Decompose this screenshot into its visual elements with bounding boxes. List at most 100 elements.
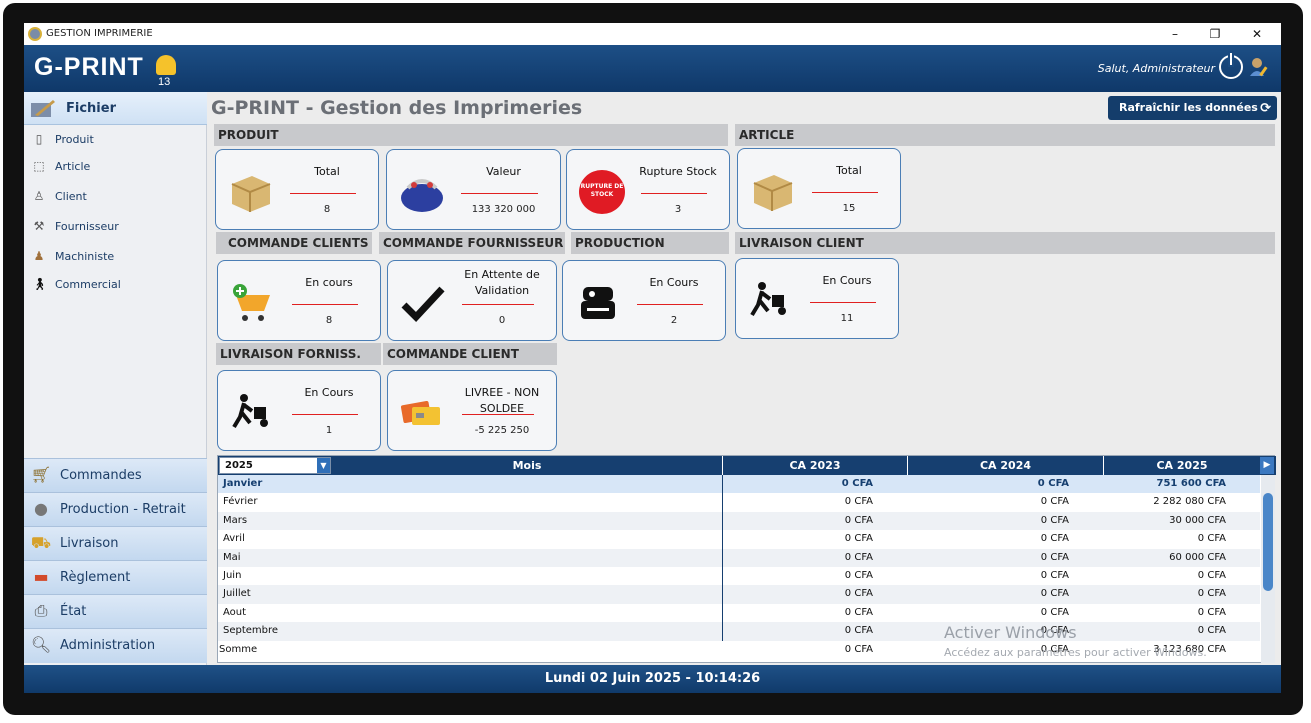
card-commande-clients-encours[interactable]: En cours 8 xyxy=(217,260,381,341)
close-button[interactable]: ✕ xyxy=(1242,25,1272,43)
window-title: GESTION IMPRIMERIE xyxy=(46,28,153,39)
table-row[interactable]: Avril 0 CFA 0 CFA 0 CFA xyxy=(218,530,1260,548)
card-commande-fournisseur-attente[interactable]: En Attente de Validation 0 xyxy=(387,260,557,341)
cell-mois: Mai xyxy=(223,551,241,563)
table-row[interactable]: Septembre 0 CFA 0 CFA 0 CFA xyxy=(218,622,1260,641)
table-row[interactable]: Mai 0 CFA 0 CFA 60 000 CFA xyxy=(218,548,1260,567)
table-row[interactable]: Juin 0 CFA 0 CFA 0 CFA xyxy=(218,567,1260,585)
section-livraison-client: LIVRAISON CLIENT xyxy=(735,232,1275,254)
machine-icon xyxy=(581,287,615,319)
section-commande-clients: COMMANDE CLIENTS xyxy=(216,232,372,254)
card-commande-client-livree[interactable]: LIVREE - NON SOLDEE -5 225 250 xyxy=(387,370,557,451)
refresh-label: Rafraîchir les données xyxy=(1119,101,1258,114)
bell-icon xyxy=(156,55,176,75)
sidebar-section-label: Commandes xyxy=(60,468,142,483)
cell-ca2024: 0 CFA xyxy=(1040,551,1069,563)
greeting-text: Salut, Administrateur xyxy=(1097,62,1215,75)
maximize-button[interactable]: ❐ xyxy=(1200,25,1230,43)
card-label: Total xyxy=(314,165,340,178)
card-value: 133 320 000 xyxy=(471,204,536,215)
sidebar-item-produit[interactable]: ▯ Produit xyxy=(24,127,207,153)
status-datetime: Lundi 02 Juin 2025 - 10:14:26 xyxy=(544,671,761,686)
column-header-mois[interactable]: Mois xyxy=(332,456,722,475)
user-settings-icon[interactable] xyxy=(1249,56,1271,78)
chevron-down-icon[interactable]: ▼ xyxy=(317,458,330,473)
sidebar-header-fichier[interactable]: Fichier xyxy=(24,92,207,125)
table-row[interactable]: Juillet 0 CFA 0 CFA 0 CFA xyxy=(218,585,1260,604)
sidebar-section-label: Administration xyxy=(60,638,156,653)
client-icon: ♙ xyxy=(33,189,45,203)
cell-ca2023: 0 CFA xyxy=(844,496,873,508)
status-bar: Lundi 02 Juin 2025 - 10:14:26 xyxy=(24,665,1281,693)
card-value: 3 xyxy=(674,204,682,215)
scrollbar-thumb[interactable] xyxy=(1263,493,1273,591)
logo-version: 13 xyxy=(158,76,171,88)
supplier-icon: ⚒ xyxy=(33,219,45,233)
power-icon[interactable] xyxy=(1219,53,1243,79)
table-row[interactable]: Mars 0 CFA 0 CFA 30 000 CFA xyxy=(218,511,1260,531)
column-header-ca2023[interactable]: CA 2023 xyxy=(722,456,907,475)
cell-ca2023: 0 CFA xyxy=(844,551,873,563)
year-select[interactable]: 2025 ▼ xyxy=(219,457,331,474)
sidebar-item-fournisseur[interactable]: ⚒ Fournisseur xyxy=(24,214,207,240)
cell-mois: Septembre xyxy=(223,625,279,637)
article-icon: ⬚ xyxy=(33,159,45,173)
credit-card-icon xyxy=(400,401,440,425)
card-divider xyxy=(290,193,356,194)
cell-mois: Mars xyxy=(223,514,248,526)
cell-ca2025: 30 000 CFA xyxy=(1169,514,1226,526)
column-header-ca2025[interactable]: CA 2025 xyxy=(1103,456,1260,475)
sidebar-section-production-retrait[interactable]: ● Production - Retrait xyxy=(24,492,207,526)
card-label: En cours xyxy=(305,276,353,289)
app-logo: G-PRINT 13 xyxy=(34,53,176,88)
refresh-button[interactable]: Rafraîchir les données ⟳ xyxy=(1108,96,1277,120)
sidebar-section-commandes[interactable]: 🛒︎ Commandes xyxy=(24,458,207,492)
cart-add-icon xyxy=(233,284,270,321)
card-article-total[interactable]: Total 15 xyxy=(737,148,901,229)
card-livraison-forniss-encours[interactable]: En Cours 1 xyxy=(217,370,381,451)
card-divider xyxy=(462,304,534,305)
sidebar-section-administration[interactable]: 🔍︎ Administration xyxy=(24,628,207,663)
card-label: Rupture Stock xyxy=(639,165,717,178)
machinist-icon: ♟ xyxy=(33,249,45,263)
card-livraison-client-encours[interactable]: En Cours 11 xyxy=(735,258,899,339)
cell-mois: Somme xyxy=(219,643,258,655)
cell-mois: Juillet xyxy=(223,588,251,600)
sidebar-section-label: État xyxy=(60,604,87,619)
card-value: 8 xyxy=(323,204,331,215)
sidebar-section-reglement[interactable]: ▬ Règlement xyxy=(24,560,207,594)
sidebar-item-client[interactable]: ♙ Client xyxy=(24,184,207,210)
year-select-value: 2025 xyxy=(225,460,253,471)
card-produit-rupture[interactable]: RUPTURE DE STOCK Rupture Stock 3 xyxy=(566,149,730,230)
column-header-ca2024[interactable]: CA 2024 xyxy=(907,456,1103,475)
cell-ca2024: 0 CFA xyxy=(1040,514,1069,526)
sidebar-item-commercial[interactable]: 🚶︎ Commercial xyxy=(24,272,207,298)
cell-ca2023: 0 CFA xyxy=(844,570,873,581)
minimize-button[interactable]: – xyxy=(1160,25,1190,43)
logo-text: G-PRINT xyxy=(34,53,144,81)
checkmark-icon xyxy=(401,286,445,323)
card-label: LIVREE - NON SOLDEE xyxy=(464,386,540,415)
table-row[interactable]: Janvier 0 CFA 0 CFA 751 600 CFA xyxy=(218,475,1260,494)
sidebar-item-label: Machiniste xyxy=(55,250,115,263)
sidebar-item-article[interactable]: ⬚ Article xyxy=(24,154,207,180)
sidebar-item-machiniste[interactable]: ♟ Machiniste xyxy=(24,244,207,270)
card-produit-valeur[interactable]: Valeur 133 320 000 xyxy=(386,149,561,230)
section-commande-client: COMMANDE CLIENT xyxy=(383,343,557,365)
table-row[interactable]: Aout 0 CFA 0 CFA 0 CFA xyxy=(218,604,1260,622)
sidebar-item-label: Produit xyxy=(55,133,94,146)
delivery-person-icon xyxy=(232,394,268,429)
cell-ca2024: 0 CFA xyxy=(1040,570,1069,581)
payment-icon: ▬ xyxy=(33,567,49,586)
card-production-encours[interactable]: En Cours 2 xyxy=(562,260,726,341)
scroll-right-icon[interactable]: ▶ xyxy=(1260,457,1274,474)
app-icon xyxy=(28,27,42,41)
cell-ca2023: 0 CFA xyxy=(844,625,873,637)
table-row[interactable]: Février 0 CFA 0 CFA 2 282 080 CFA xyxy=(218,493,1260,511)
card-produit-total[interactable]: Total 8 xyxy=(215,149,379,230)
sidebar-section-livraison[interactable]: ⛟ Livraison xyxy=(24,526,207,560)
sidebar-section-etat[interactable]: ⎙ État xyxy=(24,594,207,628)
commercial-icon: 🚶︎ xyxy=(32,277,48,291)
vertical-scrollbar[interactable] xyxy=(1261,475,1275,663)
section-commande-fournisseur: COMMANDE FOURNISSEUR xyxy=(379,232,565,254)
